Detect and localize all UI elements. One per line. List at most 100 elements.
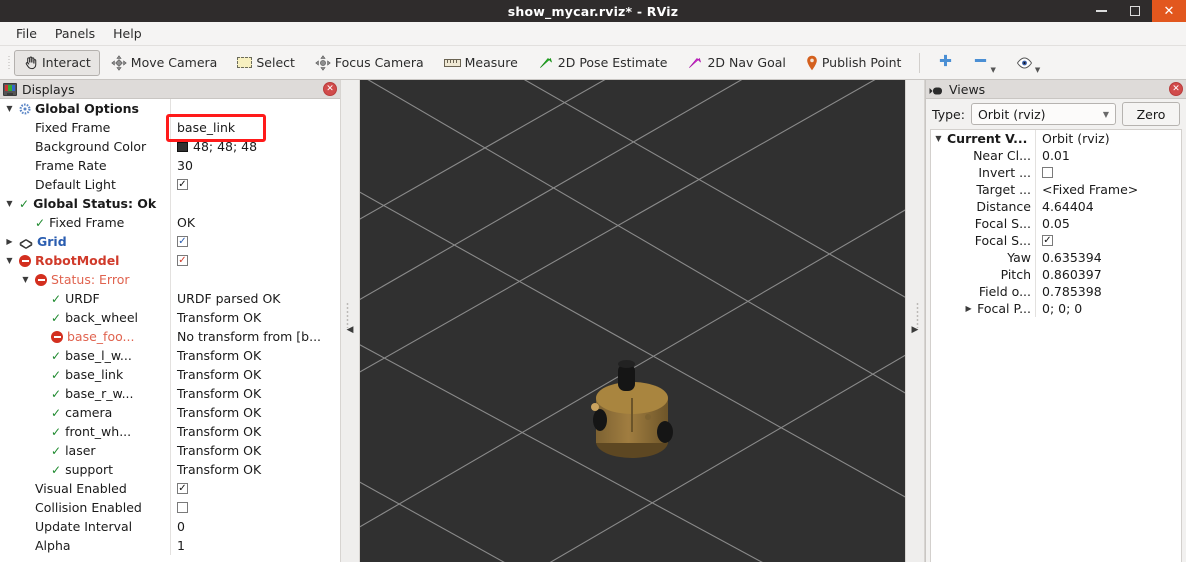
close-button[interactable]: ✕ [1152, 0, 1186, 22]
table-row[interactable]: Field o... 0.785398 [931, 283, 1181, 300]
minimize-button[interactable] [1084, 0, 1118, 22]
table-row[interactable]: ▸ Collision Enabled [0, 498, 340, 517]
table-row[interactable]: ▸ Update Interval 0 [0, 517, 340, 536]
checkbox[interactable]: ✓ [177, 483, 188, 494]
table-row[interactable]: ▸ ✓base_r_w... Transform OK [0, 384, 340, 403]
visibility-button[interactable]: ▼ [1007, 50, 1049, 76]
row-value[interactable]: Transform OK [171, 405, 340, 420]
table-row[interactable]: ▸ ✓laser Transform OK [0, 441, 340, 460]
views-tree[interactable]: ▼ Current V... Orbit (rviz) Near Cl... 0.01 I… [930, 129, 1182, 562]
tool-publish-point[interactable]: Publish Point [797, 50, 911, 76]
table-row[interactable]: ▸ Frame Rate 30 [0, 156, 340, 175]
tree-twisty[interactable]: ▼ [933, 134, 944, 143]
checkbox[interactable]: ✓ [177, 179, 188, 190]
row-value[interactable]: <Fixed Frame> [1036, 182, 1181, 197]
row-value[interactable]: ✓ [171, 255, 340, 266]
table-row[interactable]: ▸ Background Color 48; 48; 48 [0, 137, 340, 156]
row-value[interactable]: Transform OK [171, 424, 340, 439]
table-row[interactable]: ▶ Grid ✓ [0, 232, 340, 251]
table-row[interactable]: ▸ ✓camera Transform OK [0, 403, 340, 422]
tree-twisty[interactable]: ▶ [4, 237, 15, 246]
row-value[interactable]: 30 [171, 158, 340, 173]
row-value[interactable]: ✓ [171, 236, 340, 247]
tree-twisty[interactable]: ▸ [36, 351, 47, 360]
toolbar-grip[interactable] [4, 52, 13, 74]
table-row[interactable]: Distance 4.64404 [931, 198, 1181, 215]
table-row[interactable]: Yaw 0.635394 [931, 249, 1181, 266]
maximize-button[interactable] [1118, 0, 1152, 22]
row-value[interactable]: 0; 0; 0 [1036, 301, 1181, 316]
tree-twisty[interactable]: ▸ [36, 446, 47, 455]
tree-twisty[interactable]: ▸ [36, 465, 47, 474]
tree-twisty[interactable]: ▸ [36, 370, 47, 379]
table-row[interactable]: Target ... <Fixed Frame> [931, 181, 1181, 198]
tree-twisty[interactable]: ▸ [20, 484, 31, 493]
row-value[interactable]: 0.01 [1036, 148, 1181, 163]
tree-twisty[interactable]: ▸ [20, 522, 31, 531]
tool-interact[interactable]: Interact [14, 49, 100, 76]
row-value[interactable]: Transform OK [171, 443, 340, 458]
table-row[interactable]: ▸ base_foo... No transform from [b... [0, 327, 340, 346]
tree-twisty[interactable]: ▸ [20, 218, 31, 227]
row-value[interactable]: 48; 48; 48 [171, 139, 340, 154]
row-value[interactable]: 0.05 [1036, 216, 1181, 231]
tree-twisty[interactable]: ▸ [36, 389, 47, 398]
views-close-button[interactable]: ✕ [1169, 82, 1183, 96]
tool-select[interactable]: Select [228, 50, 304, 76]
row-value[interactable]: URDF parsed OK [171, 291, 340, 306]
row-value[interactable]: ✓ [171, 179, 340, 190]
row-value[interactable]: base_link [171, 120, 340, 135]
row-value[interactable]: No transform from [b... [171, 329, 340, 344]
tree-twisty[interactable]: ▸ [20, 142, 31, 151]
table-row[interactable]: ▸ ✓Fixed Frame OK [0, 213, 340, 232]
tree-twisty[interactable]: ▸ [20, 503, 31, 512]
3d-viewport[interactable]: CSDN @vsropy [360, 80, 905, 562]
row-value[interactable]: Transform OK [171, 367, 340, 382]
color-swatch[interactable] [177, 141, 188, 152]
table-row[interactable]: Near Cl... 0.01 [931, 147, 1181, 164]
row-value[interactable] [1036, 167, 1181, 178]
row-value[interactable]: Transform OK [171, 386, 340, 401]
row-value[interactable]: ✓ [171, 483, 340, 494]
table-row[interactable]: ▸ ✓URDF URDF parsed OK [0, 289, 340, 308]
tool-2d-pose-estimate[interactable]: 2D Pose Estimate [529, 50, 677, 76]
row-value[interactable]: 4.64404 [1036, 199, 1181, 214]
table-row[interactable]: ▸ ✓base_link Transform OK [0, 365, 340, 384]
tree-twisty[interactable]: ▼ [4, 256, 15, 265]
table-row[interactable]: ▼ ✓ Global Status: Ok [0, 194, 340, 213]
row-value[interactable] [171, 502, 340, 513]
table-row[interactable]: ▼ Current V... Orbit (rviz) [931, 130, 1181, 147]
tree-twisty[interactable]: ▼ [20, 275, 31, 284]
row-value[interactable]: 0.860397 [1036, 267, 1181, 282]
tree-twisty[interactable]: ▸ [20, 123, 31, 132]
table-row[interactable]: ▸ Fixed Frame base_link [0, 118, 340, 137]
tree-twisty[interactable]: ▼ [4, 104, 15, 113]
tool-focus-camera[interactable]: Focus Camera [306, 50, 433, 76]
table-row[interactable]: ▸ ✓support Transform OK [0, 460, 340, 479]
table-row[interactable]: ▸ ✓back_wheel Transform OK [0, 308, 340, 327]
row-value[interactable]: Transform OK [171, 348, 340, 363]
table-row[interactable]: Pitch 0.860397 [931, 266, 1181, 283]
row-value[interactable]: 0.635394 [1036, 250, 1181, 265]
row-value[interactable]: 1 [171, 538, 340, 553]
menu-panels[interactable]: Panels [47, 23, 103, 44]
remove-display-button[interactable]: ▼ [964, 50, 1004, 76]
views-zero-button[interactable]: Zero [1122, 102, 1180, 126]
tool-measure[interactable]: Measure [435, 50, 527, 76]
table-row[interactable]: ▶ Focal P... 0; 0; 0 [931, 300, 1181, 317]
tool-2d-nav-goal[interactable]: 2D Nav Goal [678, 50, 794, 76]
row-value[interactable]: Transform OK [171, 310, 340, 325]
displays-close-button[interactable]: ✕ [323, 82, 337, 96]
checkbox[interactable] [177, 502, 188, 513]
table-row[interactable]: Focal S... 0.05 [931, 215, 1181, 232]
table-row[interactable]: ▸ Default Light ✓ [0, 175, 340, 194]
table-row[interactable]: ▸ ✓base_l_w... Transform OK [0, 346, 340, 365]
add-display-button[interactable] [929, 50, 962, 76]
tree-twisty[interactable]: ▸ [20, 180, 31, 189]
row-value[interactable]: Orbit (rviz) [1036, 131, 1181, 146]
tree-twisty[interactable]: ▸ [36, 427, 47, 436]
checkbox[interactable]: ✓ [177, 255, 188, 266]
tree-twisty[interactable]: ▸ [20, 541, 31, 550]
tree-twisty[interactable]: ▶ [963, 304, 974, 313]
table-row[interactable]: ▸ Visual Enabled ✓ [0, 479, 340, 498]
